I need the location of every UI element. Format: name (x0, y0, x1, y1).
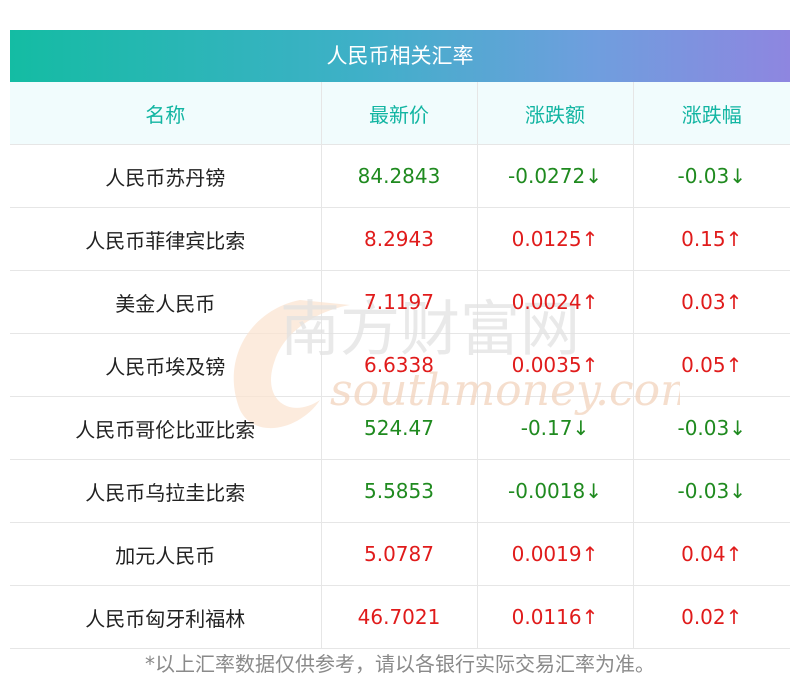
currency-name: 人民币匈牙利福林 (10, 585, 322, 649)
currency-name: 人民币哥伦比亚比索 (10, 396, 322, 460)
table-row: 美金人民币 7.1197 0.0024↑ 0.03↑ (10, 270, 790, 334)
change-percent: 0.05↑ (633, 333, 790, 397)
table-row: 人民币埃及镑 6.6338 0.0035↑ 0.05↑ (10, 333, 790, 397)
header-name: 名称 (10, 82, 322, 145)
latest-price: 8.2943 (321, 207, 478, 271)
header-change-percent: 涨跌幅 (633, 82, 790, 145)
table-row: 人民币乌拉圭比索 5.5853 -0.0018↓ -0.03↓ (10, 459, 790, 523)
change-amount: 0.0019↑ (477, 522, 634, 586)
currency-name: 人民币乌拉圭比索 (10, 459, 322, 523)
change-amount: -0.17↓ (477, 396, 634, 460)
header-latest-price: 最新价 (321, 82, 478, 145)
latest-price: 5.5853 (321, 459, 478, 523)
exchange-rate-table: 名称 最新价 涨跌额 涨跌幅 人民币苏丹镑 84.2843 -0.0272↓ -… (10, 82, 790, 649)
currency-name: 美金人民币 (10, 270, 322, 334)
change-percent: -0.03↓ (633, 144, 790, 208)
currency-name: 加元人民币 (10, 522, 322, 586)
header-change-amount: 涨跌额 (477, 82, 634, 145)
latest-price: 84.2843 (321, 144, 478, 208)
table-row: 人民币哥伦比亚比索 524.47 -0.17↓ -0.03↓ (10, 396, 790, 460)
latest-price: 7.1197 (321, 270, 478, 334)
latest-price: 6.6338 (321, 333, 478, 397)
latest-price: 524.47 (321, 396, 478, 460)
change-amount: 0.0125↑ (477, 207, 634, 271)
currency-name: 人民币菲律宾比索 (10, 207, 322, 271)
latest-price: 5.0787 (321, 522, 478, 586)
change-percent: 0.03↑ (633, 270, 790, 334)
change-amount: 0.0116↑ (477, 585, 634, 649)
table-title: 人民币相关汇率 (10, 30, 790, 82)
change-percent: -0.03↓ (633, 396, 790, 460)
change-percent: 0.15↑ (633, 207, 790, 271)
change-percent: 0.02↑ (633, 585, 790, 649)
change-amount: 0.0035↑ (477, 333, 634, 397)
table-row: 人民币菲律宾比索 8.2943 0.0125↑ 0.15↑ (10, 207, 790, 271)
exchange-rate-card: 人民币相关汇率 名称 最新价 涨跌额 涨跌幅 人民币苏丹镑 84.2843 -0… (10, 30, 790, 649)
change-percent: 0.04↑ (633, 522, 790, 586)
table-header-row: 名称 最新价 涨跌额 涨跌幅 (10, 82, 790, 145)
currency-name: 人民币埃及镑 (10, 333, 322, 397)
disclaimer-note: *以上汇率数据仅供参考，请以各银行实际交易汇率为准。 (145, 652, 655, 676)
change-amount: -0.0018↓ (477, 459, 634, 523)
change-percent: -0.03↓ (633, 459, 790, 523)
latest-price: 46.7021 (321, 585, 478, 649)
change-amount: 0.0024↑ (477, 270, 634, 334)
table-row: 加元人民币 5.0787 0.0019↑ 0.04↑ (10, 522, 790, 586)
currency-name: 人民币苏丹镑 (10, 144, 322, 208)
table-row: 人民币苏丹镑 84.2843 -0.0272↓ -0.03↓ (10, 144, 790, 208)
table-row: 人民币匈牙利福林 46.7021 0.0116↑ 0.02↑ (10, 585, 790, 649)
change-amount: -0.0272↓ (477, 144, 634, 208)
